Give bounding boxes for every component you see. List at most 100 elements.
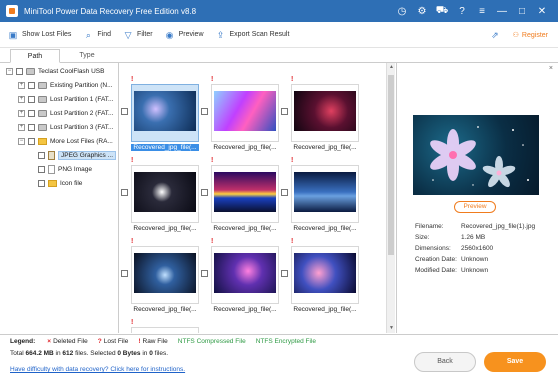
grid-scrollbar[interactable]: ▲ ▼ <box>386 63 395 333</box>
tree-item-label: Lost Partition 3 (FAT... <box>50 124 114 131</box>
file-thumbnail-item[interactable]: ! Recovered_jpg_file(... <box>199 238 279 320</box>
preview-button[interactable]: ◉ Preview <box>165 30 204 40</box>
tree-checkbox[interactable] <box>38 180 45 187</box>
user-icon: ⚇ <box>512 32 519 39</box>
legend-deleted: × Deleted File <box>47 338 88 345</box>
partition-icon <box>38 110 47 117</box>
thumbnail-image <box>214 253 276 293</box>
file-thumbnail-item[interactable]: ! <box>119 319 199 333</box>
show-lost-files-button[interactable]: ▣ Show Lost Files <box>8 30 72 40</box>
file-thumbnail-item[interactable]: ! Recovered_jpg_file(... <box>119 238 199 320</box>
icon-file-icon <box>48 180 57 187</box>
filter-button[interactable]: ▽ Filter <box>123 30 153 40</box>
scroll-up-icon[interactable]: ▲ <box>387 63 396 72</box>
expand-icon[interactable]: + <box>18 110 25 117</box>
raw-file-mark: ! <box>291 157 294 164</box>
file-thumbnail-item[interactable]: ! Recovered_jpg_file(... <box>279 238 359 320</box>
tree-item-lost-partition-3[interactable]: + Lost Partition 3 (FAT... <box>18 122 113 133</box>
partition-icon <box>38 96 47 103</box>
close-preview-icon[interactable]: × <box>549 65 553 72</box>
file-checkbox[interactable] <box>281 108 288 115</box>
usb-drive-icon <box>26 68 35 75</box>
expand-icon[interactable]: + <box>18 124 25 131</box>
thumbnail-image <box>134 253 196 293</box>
scrollbar-thumb[interactable] <box>388 75 394 255</box>
tab-type[interactable]: Type <box>62 49 112 63</box>
tree-item-more-lost-files[interactable]: − More Lost Files (RA... <box>18 136 113 147</box>
export-icon: ⇪ <box>216 29 225 40</box>
collapse-icon[interactable]: − <box>18 138 25 145</box>
tree-item-device[interactable]: − Teclast CoolFlash USB <box>6 66 104 77</box>
file-thumbnail-item[interactable]: ! Recovered_jpg_file(... <box>199 157 279 239</box>
settings-gear-icon[interactable]: ⚙ <box>412 0 432 22</box>
tree-item-jpeg-graphics[interactable]: JPEG Graphics ... <box>38 150 117 161</box>
filter-label: Filter <box>137 31 153 38</box>
export-scan-result-button[interactable]: ⇪ Export Scan Result <box>216 30 290 40</box>
total-files: 612 <box>62 350 74 357</box>
back-button[interactable]: Back <box>414 352 476 372</box>
tree-checkbox[interactable] <box>28 124 35 131</box>
find-button[interactable]: ⌕ Find <box>83 30 111 40</box>
thumbnail-image <box>134 172 196 212</box>
raw-file-mark: ! <box>131 157 134 164</box>
file-checkbox[interactable] <box>201 270 208 277</box>
tree-checkbox[interactable] <box>16 68 23 75</box>
share-icon[interactable]: ⇗ <box>491 30 499 41</box>
tree-item-lost-partition-2[interactable]: + Lost Partition 2 (FAT... <box>18 108 113 119</box>
file-name: Recovered_jpg_file(... <box>293 225 357 232</box>
file-thumbnail-item[interactable]: ! Recovered_jpg_file(... <box>279 76 359 158</box>
help-icon[interactable]: ? <box>452 0 472 22</box>
cart-icon[interactable]: ⛟ <box>432 0 452 22</box>
raw-file-mark: ! <box>131 76 134 83</box>
file-thumbnail-item[interactable]: ! Recovered_jpg_file(... <box>119 76 199 158</box>
selected-size: 0 Bytes <box>117 350 141 357</box>
file-checkbox[interactable] <box>121 189 128 196</box>
tree-checkbox[interactable] <box>28 82 35 89</box>
file-checkbox[interactable] <box>201 189 208 196</box>
info-row-filename: Filename: Recovered_jpg_file(1).jpg <box>415 223 536 230</box>
help-link[interactable]: Have difficulty with data recovery? Clic… <box>10 366 185 373</box>
file-checkbox[interactable] <box>281 189 288 196</box>
tree-checkbox[interactable] <box>28 110 35 117</box>
tree-checkbox[interactable] <box>28 138 35 145</box>
legend-bar: Legend: × Deleted File ? Lost File ! Raw Fi… <box>0 334 558 348</box>
app-logo-icon <box>6 5 18 17</box>
expand-icon[interactable]: + <box>18 82 25 89</box>
raw-file-mark: ! <box>291 238 294 245</box>
tree-item-label: Icon file <box>60 180 83 187</box>
tree-checkbox[interactable] <box>38 166 45 173</box>
tab-path[interactable]: Path <box>10 49 60 63</box>
scroll-down-icon[interactable]: ▼ <box>387 324 396 333</box>
file-checkbox[interactable] <box>201 108 208 115</box>
png-file-icon <box>48 165 55 174</box>
tree-item-lost-partition-1[interactable]: + Lost Partition 1 (FAT... <box>18 94 113 105</box>
file-checkbox[interactable] <box>121 108 128 115</box>
raw-file-mark: ! <box>131 319 134 326</box>
tree-item-label: Lost Partition 2 (FAT... <box>50 110 114 117</box>
file-checkbox[interactable] <box>281 270 288 277</box>
restore-icon[interactable]: □ <box>512 0 532 22</box>
expand-icon[interactable]: + <box>18 96 25 103</box>
menu-icon[interactable]: ≡ <box>472 0 492 22</box>
jpeg-file-icon <box>48 151 55 160</box>
thumbnail-image <box>294 91 356 131</box>
tree-item-icon-file[interactable]: Icon file <box>38 178 82 189</box>
thumbnail-image <box>214 91 276 131</box>
file-thumbnail-item[interactable]: ! Recovered_jpg_file(... <box>199 76 279 158</box>
file-thumbnail-item[interactable]: ! Recovered_jpg_file(... <box>279 157 359 239</box>
save-button[interactable]: Save <box>484 352 546 372</box>
file-checkbox[interactable] <box>121 270 128 277</box>
preview-panel-button[interactable]: Preview <box>454 201 496 213</box>
tree-checkbox[interactable] <box>28 96 35 103</box>
collapse-icon[interactable]: − <box>6 68 13 75</box>
close-icon[interactable]: ✕ <box>532 0 552 22</box>
file-thumbnail-item[interactable]: ! Recovered_jpg_file(... <box>119 157 199 239</box>
minimize-icon[interactable]: — <box>492 0 512 22</box>
clock-icon[interactable]: ◷ <box>392 0 412 22</box>
tree-checkbox[interactable] <box>38 152 45 159</box>
file-name: Recovered_jpg_file(... <box>213 144 277 151</box>
register-button[interactable]: ⚇ Register <box>512 31 548 40</box>
tree-item-existing-partition[interactable]: + Existing Partition (N... <box>18 80 113 91</box>
tree-item-png-image[interactable]: PNG Image <box>38 164 92 175</box>
raw-file-mark: ! <box>211 157 214 164</box>
